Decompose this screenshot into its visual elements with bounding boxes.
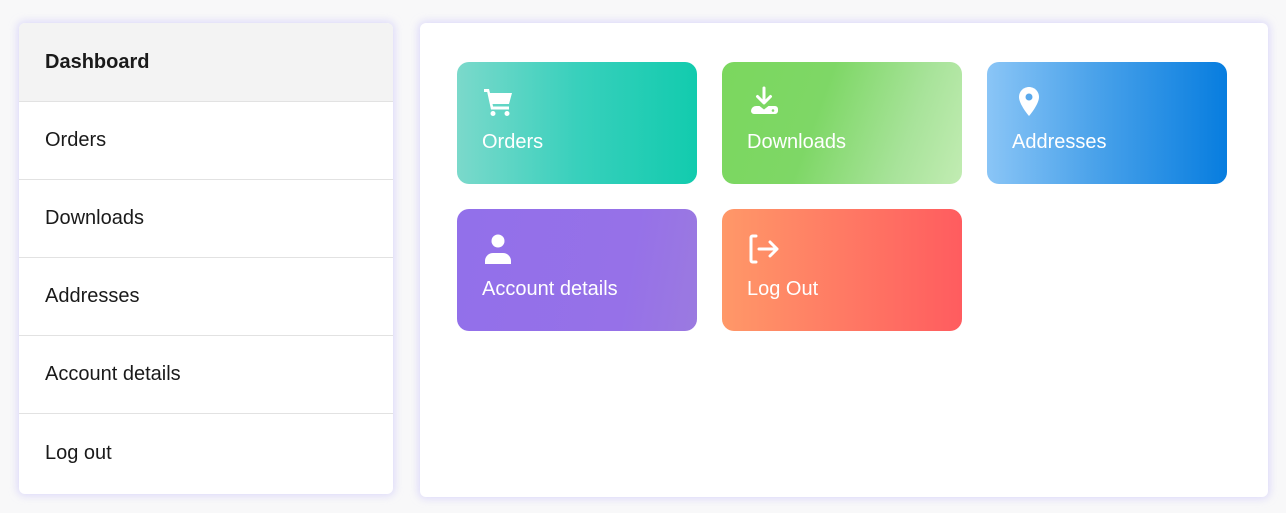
logout-icon: [749, 234, 779, 264]
download-icon: [751, 86, 778, 114]
log-out-card[interactable]: Log Out: [722, 209, 962, 331]
addresses-card[interactable]: Addresses: [987, 62, 1227, 184]
nav-item-label: Dashboard: [45, 50, 150, 73]
nav-item-downloads[interactable]: Downloads: [19, 180, 393, 258]
orders-card[interactable]: Orders: [457, 62, 697, 184]
card-label: Account details: [482, 278, 618, 300]
map-pin-icon: [1019, 87, 1039, 116]
card-label: Log Out: [747, 278, 819, 300]
nav-item-label: Downloads: [45, 207, 144, 229]
cart-icon: [484, 89, 512, 116]
card-label: Downloads: [747, 131, 846, 153]
nav-item-log-out[interactable]: Log out: [19, 414, 393, 492]
nav-item-dashboard[interactable]: Dashboard: [19, 23, 393, 102]
nav-item-label: Account details: [45, 363, 181, 385]
card-label: Addresses: [1012, 131, 1107, 153]
nav-item-label: Log out: [45, 441, 112, 464]
dashboard-content: Orders Downloads Addresses Account detai…: [420, 23, 1268, 497]
nav-item-addresses[interactable]: Addresses: [19, 258, 393, 336]
user-icon: [485, 234, 511, 264]
nav-item-label: Orders: [45, 129, 107, 151]
card-label: Orders: [482, 131, 544, 153]
nav-item-label: Addresses: [45, 285, 140, 307]
downloads-card[interactable]: Downloads: [722, 62, 962, 184]
nav-item-orders[interactable]: Orders: [19, 102, 393, 180]
nav-item-account-details[interactable]: Account details: [19, 336, 393, 414]
account-details-card[interactable]: Account details: [457, 209, 697, 331]
account-navigation: Dashboard Orders Downloads Addresses Acc…: [19, 23, 393, 494]
